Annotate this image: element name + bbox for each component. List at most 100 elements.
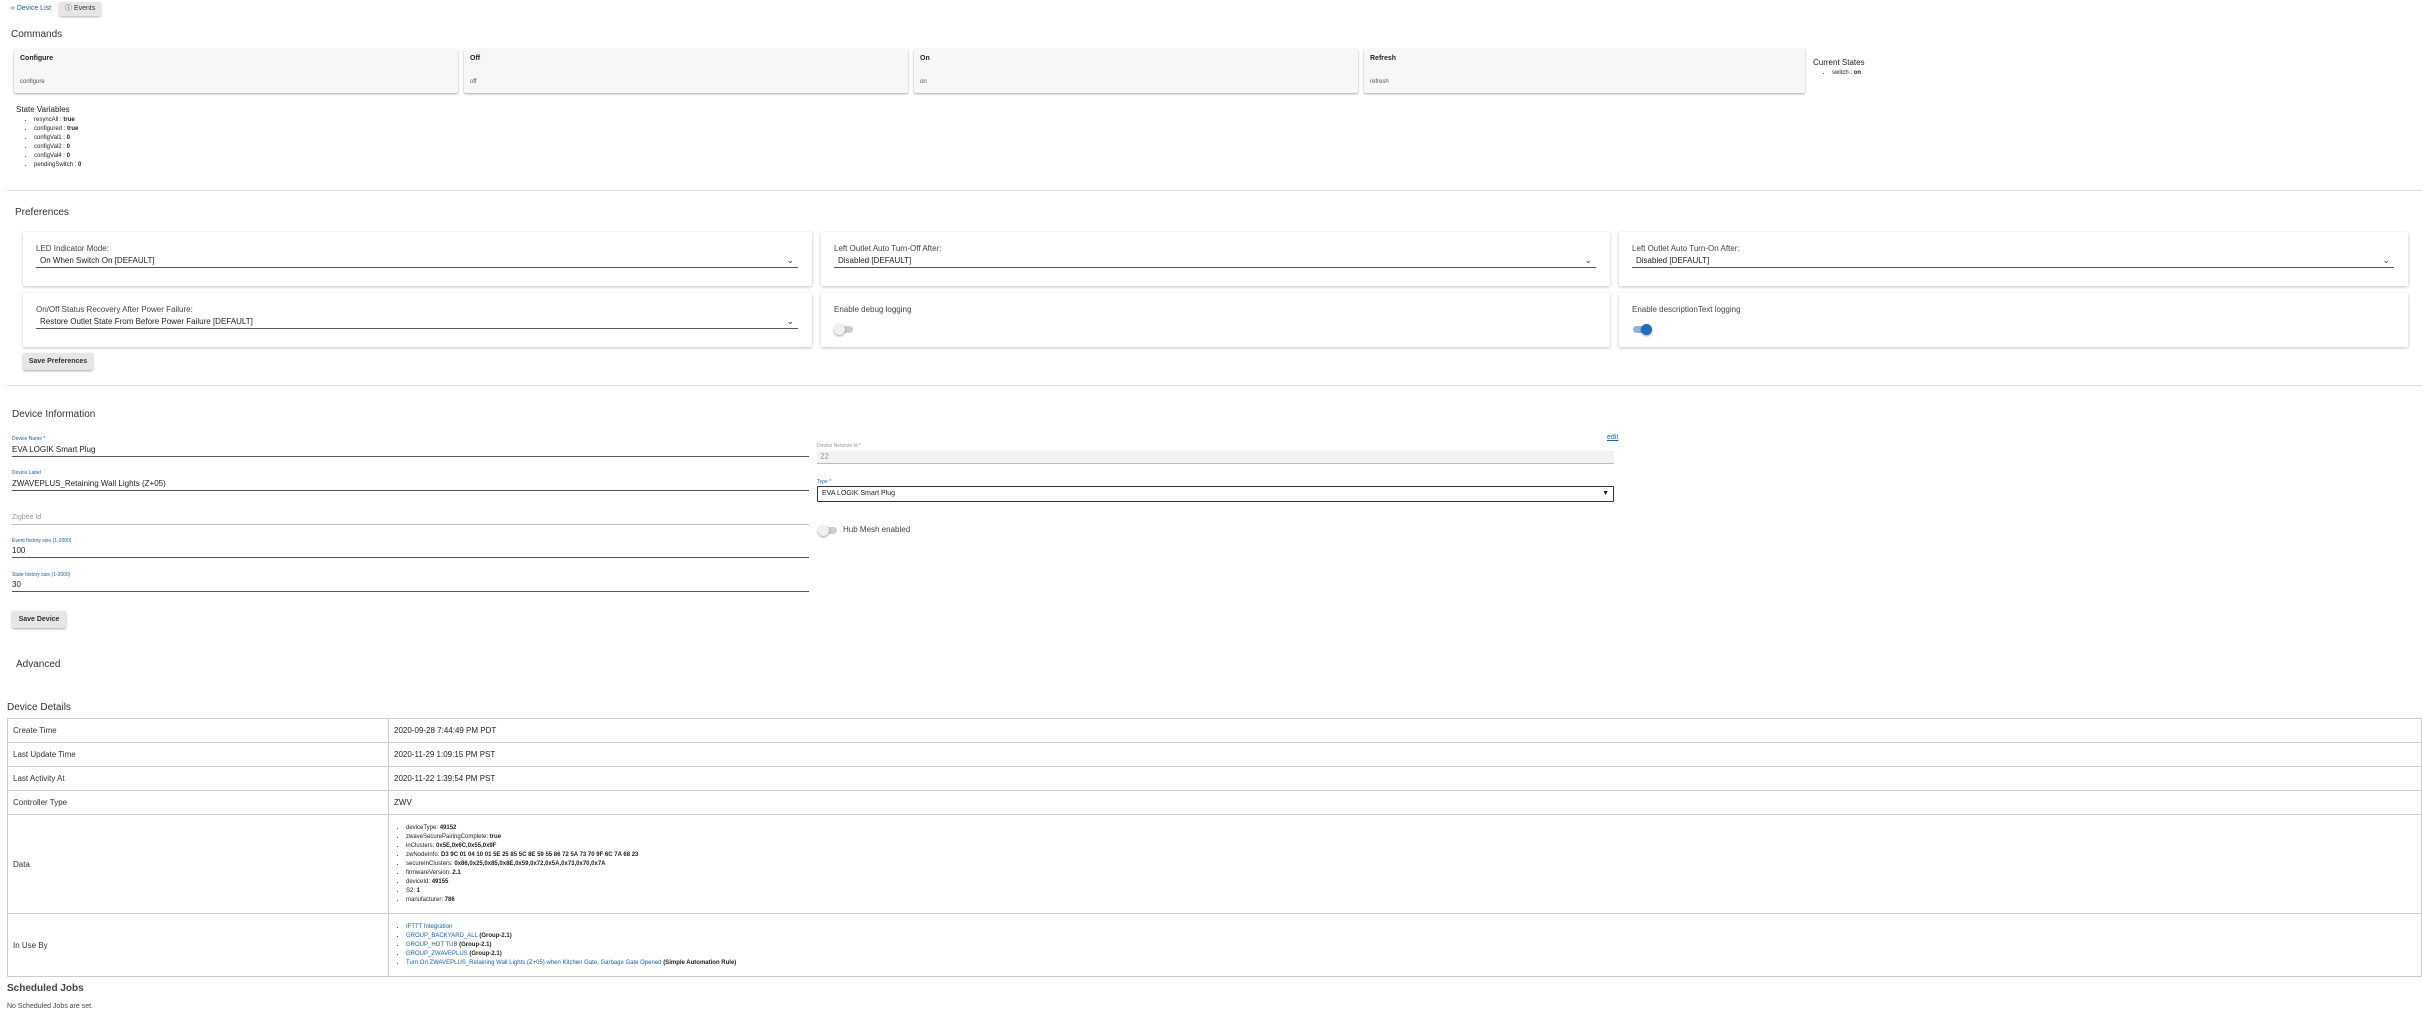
select-value: Disabled [DEFAULT] [838,256,912,265]
list-item: GROUP_BACKYARD_ALL (Group-2.1) [406,932,2416,941]
led-indicator-select[interactable]: On When Switch On [DEFAULT] ⌄ [36,254,798,268]
row-value: IFTTT Integration GROUP_BACKYARD_ALL (Gr… [388,913,2422,977]
pref-auto-on: Left Outlet Auto Turn-On After: Disabled… [1619,232,2408,286]
select-value: Restore Outlet State From Before Power F… [40,317,253,326]
advanced-toggle[interactable]: Advanced [16,659,60,670]
state-history-input[interactable]: 30 [12,580,21,589]
auto-off-select[interactable]: Disabled [DEFAULT] ⌄ [834,254,1596,268]
save-device-button[interactable]: Save Device [12,611,66,628]
events-button[interactable]: ⓘ Events [59,2,102,16]
event-history-input[interactable]: 100 [12,546,25,555]
row-key: Last Update Time [7,742,389,767]
list-item: IFTTT Integration [406,923,2416,932]
debug-logging-toggle[interactable] [834,324,853,335]
select-value: On When Switch On [DEFAULT] [40,256,155,265]
state-variables-list: resyncAll : true configured : true confi… [20,116,81,170]
list-item: configVal2 : 0 [34,143,81,152]
toggle-knob [1641,324,1652,335]
command-on[interactable]: On on [914,49,1358,93]
command-sub: refresh [1370,79,1389,85]
auto-on-select[interactable]: Disabled [DEFAULT] ⌄ [1632,254,2394,268]
device-name-label: Device Name * [12,436,46,442]
hub-mesh-toggle[interactable] [818,525,837,536]
list-item: GROUP_ZWAVEPLUS (Group-2.1) [406,950,2416,959]
list-item: pendingSwitch : 0 [34,161,81,170]
device-list-link[interactable]: « Device List [11,2,51,16]
table-row: Controller Type ZWV [7,790,2422,815]
pref-label: Enable descriptionText logging [1632,305,1741,314]
list-item: Turn On ZWAVEPLUS_Retaining Wall Lights … [406,959,2416,968]
table-row: Create Time 2020-09-28 7:44:49 PM PDT [7,718,2422,743]
recovery-select[interactable]: Restore Outlet State From Before Power F… [36,315,798,329]
row-key: Data [7,814,389,914]
commands-heading: Commands [11,29,63,40]
in-use-type: (Group-2.1) [469,950,502,957]
pref-label: LED Indicator Mode: [36,244,109,253]
list-item: zwaveSecurePairingComplete: true [406,833,2416,842]
state-history-label: State history size (1-2000) [12,572,71,578]
row-key: Controller Type [7,790,389,815]
list-item: resyncAll : true [34,116,81,125]
edit-link[interactable]: edit [1607,434,1618,441]
scheduled-jobs-empty: No Scheduled Jobs are set. [7,1003,93,1010]
state-variables-heading: State Variables [16,105,70,114]
row-key: Last Activity At [7,766,389,791]
pref-desc-logging: Enable descriptionText logging [1619,293,2408,347]
in-use-type: (Group-2.1) [459,941,492,948]
zigbee-id-input[interactable] [12,524,809,525]
command-configure[interactable]: Configure configure [14,49,458,93]
list-item: deviceType: 49152 [406,824,2416,833]
command-title: On [920,55,930,62]
hub-mesh-label: Hub Mesh enabled [843,525,911,534]
chevron-down-icon: ⌄ [786,316,794,326]
type-label: Type * [817,479,832,485]
underline [12,490,809,491]
in-use-link[interactable]: IFTTT Integration [406,924,452,930]
chevron-down-icon: ⌄ [2382,255,2390,265]
list-item: switch : on [1832,69,1861,78]
pref-debug-logging: Enable debug logging [821,293,1610,347]
row-value: ZWV [388,790,2422,815]
command-title: Off [470,55,481,62]
pref-led-indicator: LED Indicator Mode: On When Switch On [D… [23,232,812,286]
table-row: Data deviceType: 49152 zwaveSecurePairin… [7,814,2422,914]
command-refresh[interactable]: Refresh refresh [1364,49,1805,93]
network-id-value: 22 [820,452,829,461]
in-use-type: (Group-2.1) [479,932,512,939]
list-item: deviceId: 49155 [406,878,2416,887]
list-item: S2: 1 [406,887,2416,896]
in-use-link[interactable]: GROUP_ZWAVEPLUS [406,951,468,957]
row-value: deviceType: 49152 zwaveSecurePairingComp… [388,814,2422,914]
list-item: secureInClusters: 0x86,0x25,0x85,0x8E,0x… [406,860,2416,869]
preferences-heading: Preferences [15,207,69,218]
command-off[interactable]: Off off [464,49,908,93]
in-use-link[interactable]: GROUP_HOT TUB [406,942,457,948]
device-label-label: Device Label [12,470,41,476]
chevron-down-icon: ⌄ [786,255,794,265]
table-row: Last Activity At 2020-11-22 1:39:54 PM P… [7,766,2422,791]
divider [7,190,2422,191]
current-states-list: switch : on [1818,69,1861,78]
desc-logging-toggle[interactable] [1633,324,1652,335]
pref-label: Left Outlet Auto Turn-Off After: [834,244,942,253]
device-details-table: Create Time 2020-09-28 7:44:49 PM PDT La… [7,718,2422,977]
info-icon: ⓘ [65,5,74,12]
events-label: Events [73,5,96,12]
pref-label: On/Off Status Recovery After Power Failu… [36,305,193,314]
type-select[interactable]: EVA LOGIK Smart Plug ▼ [817,486,1614,502]
list-item: inClusters: 0x5E,0x6C,0x55,0x9F [406,842,2416,851]
device-name-input[interactable]: EVA LOGIK Smart Plug [12,445,95,454]
divider [7,385,2422,386]
row-value: 2020-11-29 1:09:15 PM PST [388,742,2422,767]
command-title: Configure [20,55,54,62]
toggle-knob [818,525,829,536]
list-item: configured : true [34,125,81,134]
scheduled-jobs-heading: Scheduled Jobs [7,983,84,994]
chevron-down-icon: ⌄ [1584,255,1592,265]
command-sub: on [920,79,927,85]
save-preferences-button[interactable]: Save Preferences [23,353,93,370]
in-use-link[interactable]: Turn On ZWAVEPLUS_Retaining Wall Lights … [406,960,662,966]
in-use-link[interactable]: GROUP_BACKYARD_ALL [406,933,478,939]
device-label-input[interactable]: ZWAVEPLUS_Retaining Wall Lights (Z+05) [12,479,166,488]
pref-recovery: On/Off Status Recovery After Power Failu… [23,293,812,347]
